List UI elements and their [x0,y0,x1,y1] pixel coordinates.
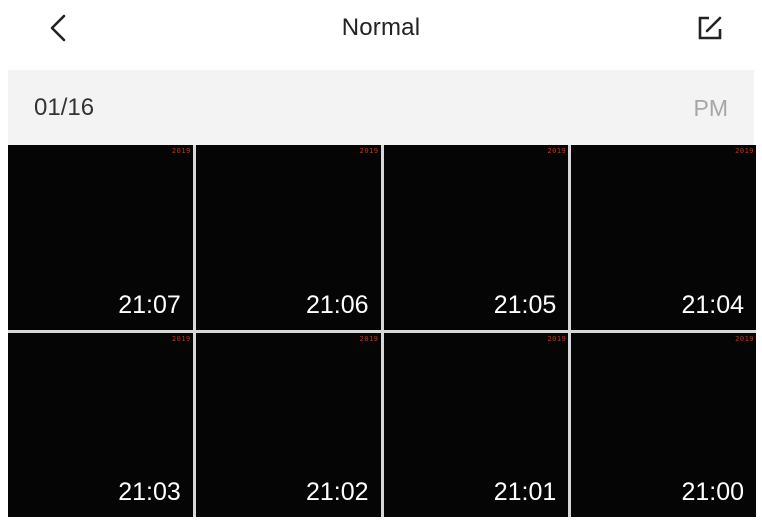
recording-thumbnail[interactable]: 2019 21:00 [571,332,756,517]
thumbnail-timestamp-overlay: 2019 [171,147,191,155]
edit-icon [697,15,723,46]
recording-thumbnail[interactable]: 2019 21:07 [8,145,193,330]
recording-time: 21:00 [681,478,744,506]
recording-thumbnail[interactable]: 2019 21:05 [383,145,569,330]
recording-thumbnail[interactable]: 2019 21:06 [195,145,381,330]
period-label: PM [693,95,729,121]
date-section-header: 01/16 PM [8,70,754,145]
recording-time: 21:07 [118,290,181,319]
page-title: Normal [341,14,421,41]
edit-button[interactable] [688,10,732,50]
thumbnail-timestamp-overlay: 2019 [359,334,379,343]
thumbnail-timestamp-overlay: 2019 [547,147,567,155]
recording-time: 21:01 [493,478,557,506]
recording-thumbnail[interactable]: 2019 21:02 [195,332,381,517]
recording-time: 21:02 [305,478,369,506]
recording-thumbnail[interactable]: 2019 21:01 [383,332,569,517]
recordings-screen: Normal 01/16 PM 2019 21:07 2019 21:06 20… [0,0,762,520]
top-bar: Normal [0,0,762,64]
thumbnail-timestamp-overlay: 2019 [735,334,754,343]
thumbnail-timestamp-overlay: 2019 [171,334,191,343]
thumbnail-timestamp-overlay: 2019 [735,147,754,155]
recording-thumbnail[interactable]: 2019 21:04 [571,145,756,330]
recording-thumbnail[interactable]: 2019 21:03 [8,332,193,517]
thumbnail-timestamp-overlay: 2019 [359,147,379,155]
date-label: 01/16 [34,94,95,121]
recording-time: 21:06 [305,290,369,319]
recording-time: 21:05 [493,290,557,319]
thumbnail-grid: 2019 21:07 2019 21:06 2019 21:05 2019 21… [8,145,756,517]
recording-time: 21:04 [681,290,744,319]
thumbnail-timestamp-overlay: 2019 [547,334,567,343]
recording-time: 21:03 [118,478,181,506]
